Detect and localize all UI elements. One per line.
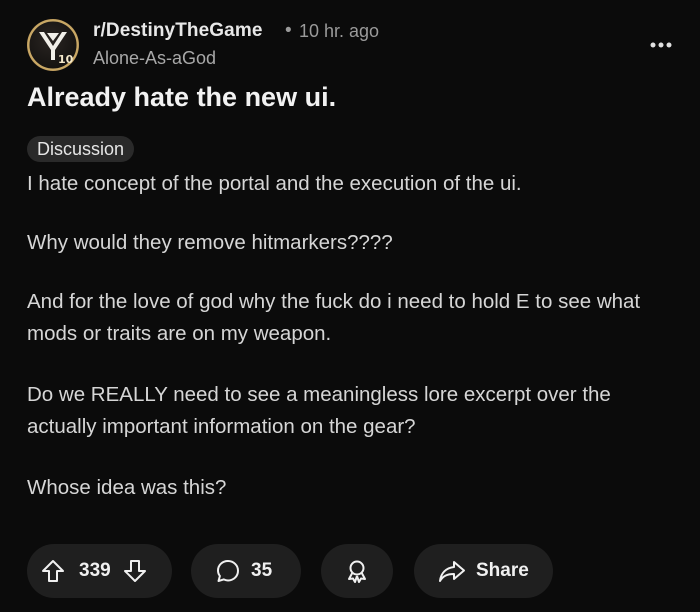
more-options-icon	[650, 42, 672, 48]
share-arrow-icon	[438, 558, 466, 584]
arrow-up-icon	[42, 560, 64, 582]
post-title[interactable]: Already hate the new ui.	[27, 82, 336, 113]
post-card: 10 r/DestinyTheGame • 10 hr. ago Alone-A…	[0, 0, 700, 612]
share-button[interactable]: Share	[414, 544, 553, 598]
downvote-button[interactable]	[122, 558, 148, 584]
comment-bubble-icon	[215, 558, 241, 584]
more-options-button[interactable]	[646, 30, 676, 60]
post-author[interactable]: Alone-As-aGod	[93, 48, 216, 69]
post-body-paragraph: I hate concept of the portal and the exe…	[27, 172, 522, 195]
subreddit-name[interactable]: r/DestinyTheGame	[93, 20, 263, 42]
award-icon	[344, 558, 370, 584]
share-label: Share	[476, 560, 529, 581]
post-body-paragraph: Whose idea was this?	[27, 476, 227, 499]
post-body-paragraph: Do we REALLY need to see a meaningless l…	[27, 383, 611, 438]
vote-count: 339	[79, 560, 111, 581]
award-button[interactable]	[321, 544, 393, 598]
arrow-down-icon	[123, 560, 146, 582]
subreddit-avatar[interactable]: 10	[27, 19, 79, 71]
destiny-logo-icon: 10	[27, 19, 79, 71]
post-body-paragraph: And for the love of god why the fuck do …	[27, 290, 641, 345]
post-flair[interactable]: Discussion	[27, 136, 135, 162]
meta-separator: •	[285, 20, 292, 41]
vote-bar: 339	[27, 544, 172, 598]
upvote-button[interactable]	[40, 558, 66, 584]
comment-count: 35	[251, 560, 273, 581]
post-body-paragraph: Why would they remove hitmarkers????	[27, 231, 393, 254]
post-timestamp: 10 hr. ago	[299, 21, 380, 41]
comments-button[interactable]: 35	[191, 544, 301, 598]
svg-text:10: 10	[58, 53, 74, 66]
